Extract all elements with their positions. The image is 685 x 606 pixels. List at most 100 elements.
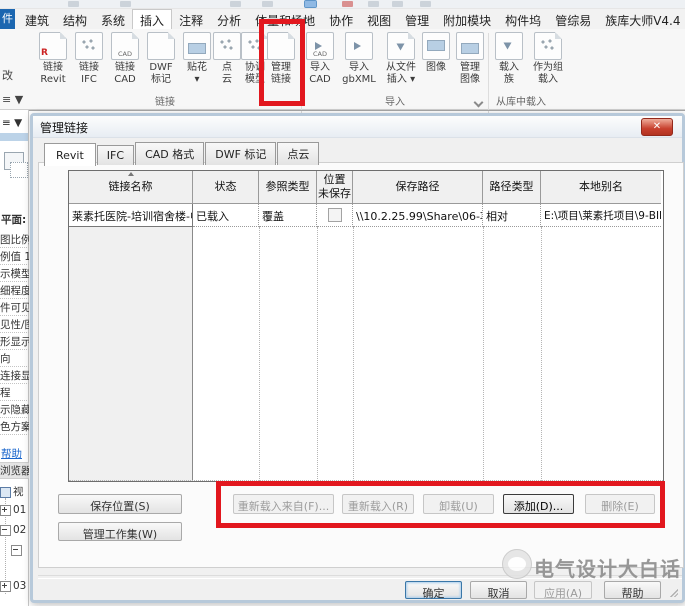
edit-type-graphic-2 (10, 162, 28, 178)
manage-images-button[interactable]: 管理 图像 (453, 32, 487, 86)
property-row: 色方案 (0, 419, 29, 435)
dialog-titlebar[interactable]: 管理链接 ✕ (33, 116, 682, 138)
import-dialog-launcher-icon[interactable] (474, 98, 482, 106)
manage-worksets-button[interactable]: 管理工作集(W) (58, 522, 182, 541)
cell-reference-type: 覆盖 (259, 204, 317, 227)
tab-revit[interactable]: Revit (44, 143, 96, 166)
close-icon[interactable]: ✕ (641, 118, 673, 136)
load-as-group-label: 作为组 载入 (528, 62, 568, 86)
dwf-markup-button[interactable]: DWF 标记 (144, 32, 178, 86)
import-gbxml-button[interactable]: 导入 gbXML (339, 32, 379, 86)
tab-cad-formats[interactable]: CAD 格式 (135, 142, 204, 165)
column-header-reference-type[interactable]: 参照类型 (259, 171, 317, 204)
load-family-label: 载入 族 (492, 62, 526, 86)
ribbon-tab-analyze[interactable]: 分析 (210, 9, 248, 29)
insert-from-file-label: 从文件 插入 ▾ (381, 62, 421, 86)
manage-links-dialog: 管理链接 ✕ Revit IFC CAD 格式 DWF 标记 点云 链接名称 状… (30, 113, 685, 603)
tree-item-01[interactable]: 01 (0, 504, 29, 518)
ribbon-tab-guanzongyi[interactable]: 管综易 (548, 9, 598, 29)
tab-ifc[interactable]: IFC (97, 145, 134, 165)
cancel-button[interactable]: 取消 (470, 581, 527, 599)
expand-icon[interactable] (0, 581, 11, 592)
cell-link-name: 莱素托医院-培训宿舍楼-中 (69, 204, 193, 227)
ribbon-tab-manage[interactable]: 管理 (398, 9, 436, 29)
link-revit-label: 链接 Revit (36, 62, 70, 86)
property-row: 程 (0, 385, 29, 401)
cell-position-not-saved (317, 204, 353, 227)
ribbon-tab-insert[interactable]: 插入 (132, 9, 172, 29)
properties-palette-header-fragment (0, 133, 28, 141)
link-ifc-label: 链接 IFC (72, 62, 106, 86)
column-header-status[interactable]: 状态 (193, 171, 259, 204)
ribbon-tab-annotate[interactable]: 注释 (172, 9, 210, 29)
apply-button[interactable]: 应用(A) (534, 581, 592, 599)
ribbon-tab-view[interactable]: 视图 (360, 9, 398, 29)
type-selector-fragment-2[interactable]: ≡ ▼ (2, 117, 28, 129)
qat-icon[interactable] (392, 1, 403, 7)
save-positions-button[interactable]: 保存位置(S) (58, 494, 182, 514)
import-cad-label: 导入 CAD (303, 62, 337, 86)
cell-saved-path: \\10.2.25.99\Share\06-项 (353, 204, 483, 227)
link-revit-button[interactable]: R 链接 Revit (36, 32, 70, 86)
tree-item-02[interactable]: 02 (0, 524, 29, 538)
image-button[interactable]: 图像 (421, 32, 451, 74)
sort-ascending-icon (128, 172, 134, 176)
collapse-icon[interactable] (11, 545, 22, 556)
column-header-link-name[interactable]: 链接名称 (69, 171, 193, 204)
decal-label: 贴花 ▾ (180, 62, 214, 86)
qat-icon[interactable] (368, 1, 379, 7)
views-icon (0, 487, 11, 498)
annotation-box-manage-links (259, 19, 305, 106)
link-cad-button[interactable]: CAD 链接 CAD (108, 32, 142, 86)
dwf-markup-icon (147, 32, 175, 60)
column-header-position-not-saved[interactable]: 位置 未保存 (317, 171, 353, 204)
tab-point-clouds[interactable]: 点云 (277, 142, 319, 165)
insert-from-file-icon (387, 32, 415, 60)
plan-label-fragment: 平面: (1, 212, 29, 227)
help-button[interactable]: 帮助 (604, 581, 661, 599)
ribbon-tab-goujianwu[interactable]: 构件坞 (498, 9, 548, 29)
file-menu-button[interactable]: 件 (0, 9, 15, 29)
property-row: 连接显 (0, 368, 29, 384)
column-header-local-alias[interactable]: 本地别名 (541, 171, 661, 204)
annotation-box-action-buttons (216, 481, 665, 528)
tab-dwf-markups[interactable]: DWF 标记 (205, 142, 276, 165)
load-family-button[interactable]: 载入 族 (492, 32, 526, 86)
properties-help-link[interactable]: 帮助 (1, 446, 29, 461)
type-selector-fragment[interactable]: ≡ ▼ (2, 93, 23, 106)
qat-icon-active[interactable] (305, 1, 316, 7)
decal-button[interactable]: 贴花 ▾ (180, 32, 214, 86)
resize-grip[interactable] (669, 588, 678, 597)
load-as-group-button[interactable]: 作为组 载入 (528, 32, 568, 86)
column-header-path-type[interactable]: 路径类型 (483, 171, 541, 204)
qat-icon[interactable] (342, 1, 353, 7)
property-row: 件可见 (0, 300, 29, 316)
ok-button[interactable]: 确定 (405, 581, 462, 599)
ribbon-tab-architecture[interactable]: 建筑 (18, 9, 56, 29)
qat-icon[interactable] (262, 1, 273, 7)
import-cad-button[interactable]: CAD 导入 CAD (303, 32, 337, 86)
tree-item-03[interactable]: 03 (0, 580, 29, 594)
table-row[interactable]: 莱素托医院-培训宿舍楼-中 已载入 覆盖 \\10.2.25.99\Share\… (69, 204, 663, 227)
link-ifc-button[interactable]: 链接 IFC (72, 32, 106, 86)
property-row: 形显示 (0, 334, 29, 350)
qat-icon[interactable] (230, 1, 241, 7)
tree-item-views[interactable]: 视 (0, 484, 29, 498)
collapse-icon[interactable] (0, 525, 11, 536)
ribbon-tab-zuku-dashi[interactable]: 族库大师V4.4 (598, 9, 685, 29)
ribbon-tab-systems[interactable]: 系统 (94, 9, 132, 29)
position-not-saved-checkbox[interactable] (328, 208, 342, 222)
qat-icon[interactable] (68, 1, 79, 7)
insert-from-file-button[interactable]: 从文件 插入 ▾ (381, 32, 421, 86)
decal-icon (183, 32, 211, 60)
property-row: 示模型 (0, 266, 29, 282)
expand-icon[interactable] (0, 505, 11, 516)
ribbon-tab-structure[interactable]: 结构 (56, 9, 94, 29)
qat-icon[interactable] (420, 1, 431, 7)
ribbon-tab-addins[interactable]: 附加模块 (436, 9, 498, 29)
column-header-saved-path[interactable]: 保存路径 (353, 171, 483, 204)
qat-icon[interactable] (120, 1, 131, 7)
property-row: 示隐藏 (0, 402, 29, 418)
ribbon-tab-collaborate[interactable]: 协作 (322, 9, 360, 29)
property-row: 例值 1 (0, 249, 29, 265)
